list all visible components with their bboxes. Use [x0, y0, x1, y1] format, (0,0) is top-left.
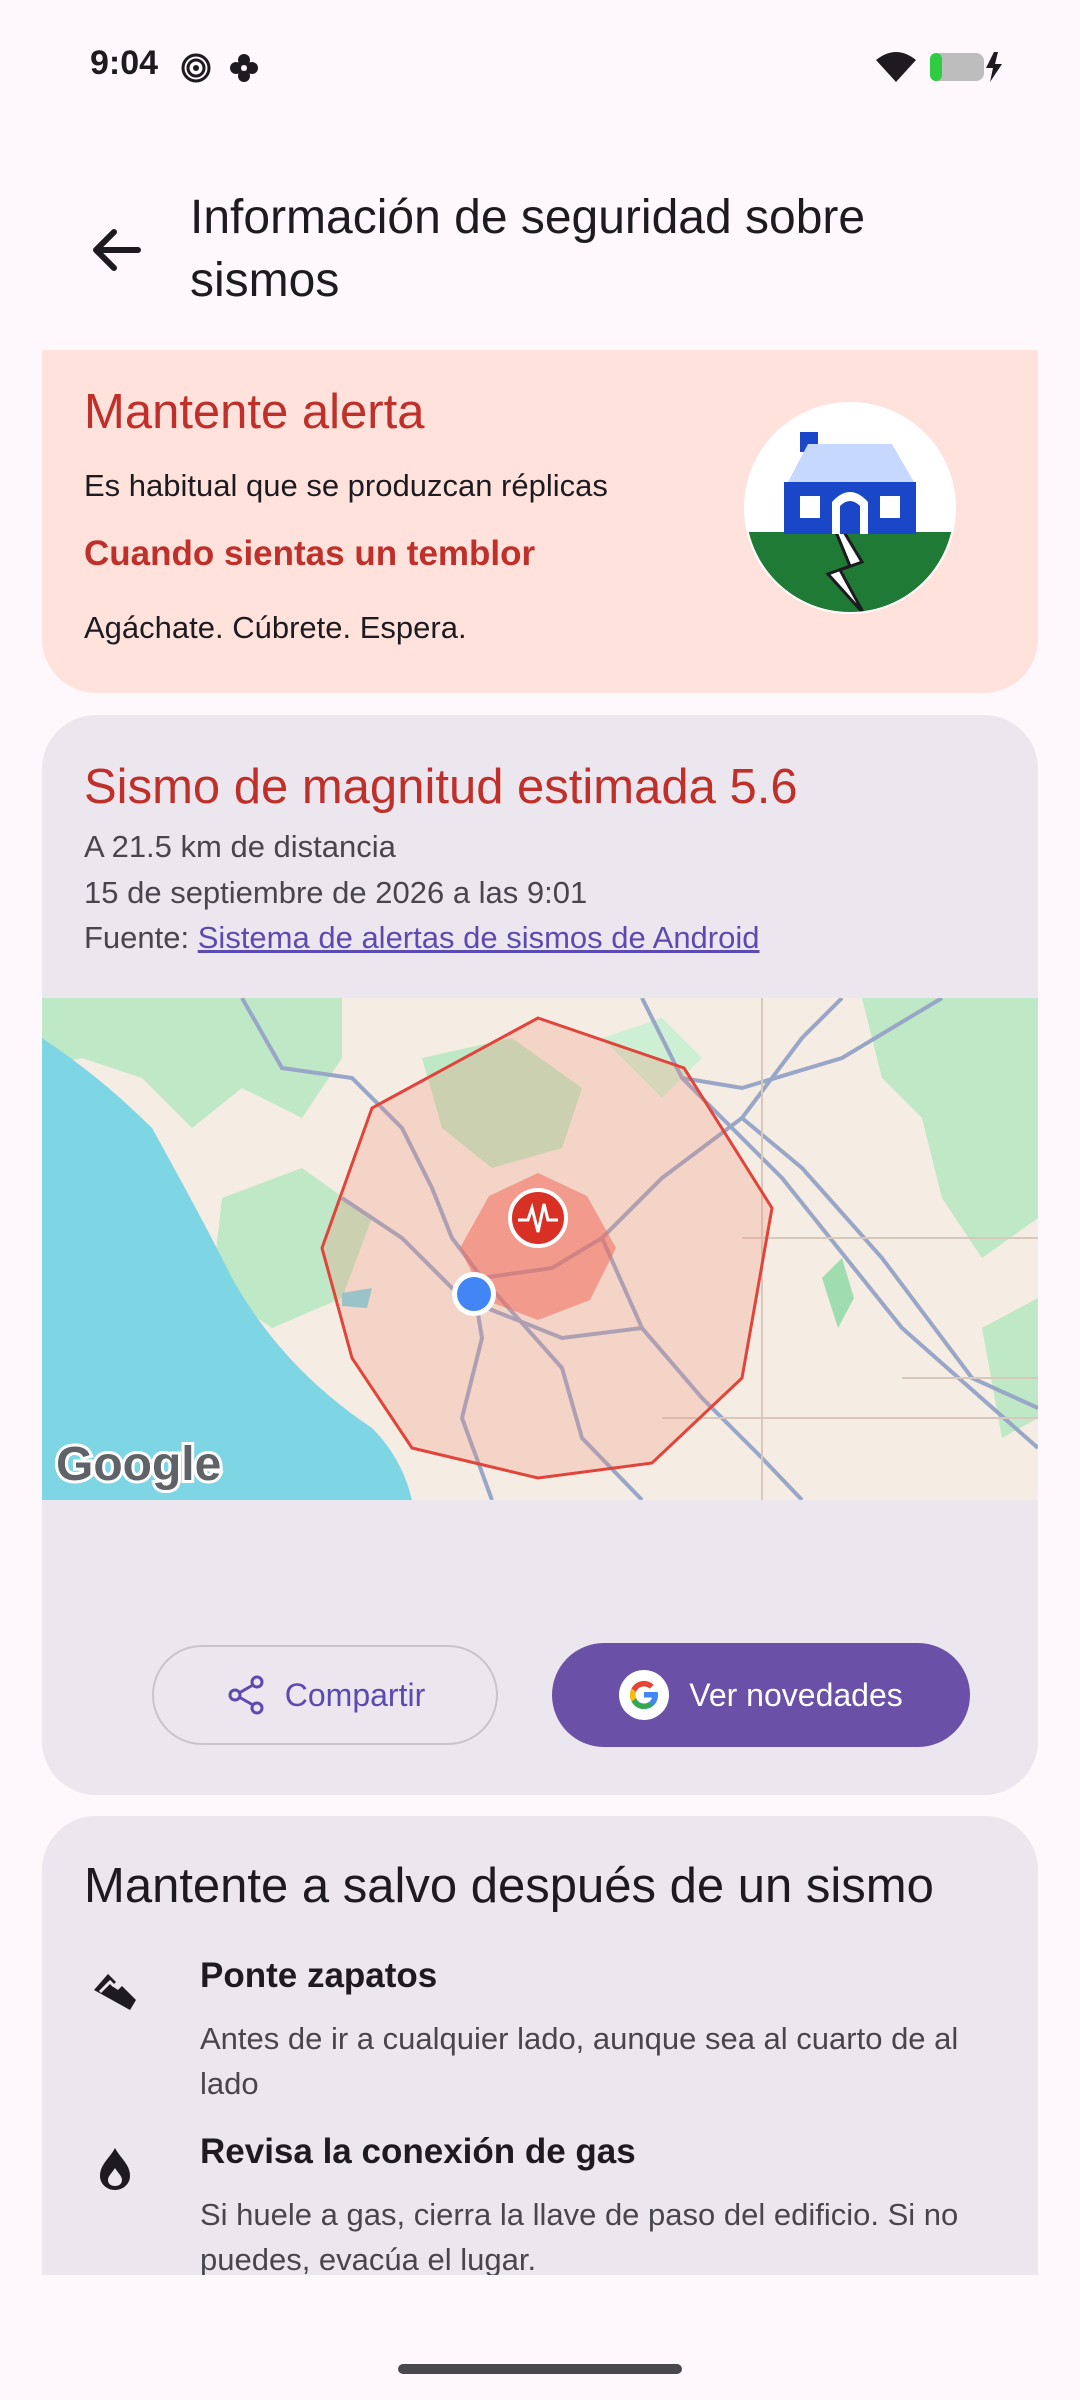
- google-g-icon: [619, 1670, 670, 1720]
- share-icon: [228, 1675, 264, 1715]
- map-google-logo: Google: [56, 1438, 221, 1491]
- safety-item-body: Antes de ir a cualquier lado, aunque sea…: [200, 2021, 959, 2101]
- quake-distance: A 21.5 km de distancia: [84, 829, 396, 864]
- alert-subtitle: Es habitual que se produzcan réplicas: [84, 468, 608, 503]
- gas-flame-icon: [100, 2148, 130, 2190]
- quake-map[interactable]: Google: [42, 998, 1038, 1500]
- pinwheel-icon: [230, 54, 258, 82]
- quake-source-link[interactable]: Sistema de alertas de sismos de Android: [198, 920, 760, 955]
- alert-title: Mantente alerta: [84, 385, 425, 439]
- quake-source-label: Fuente:: [84, 920, 198, 955]
- quake-source: Fuente: Sistema de alertas de sismos de …: [84, 920, 760, 956]
- page-title: Información de seguridad sobre sismos: [190, 191, 866, 307]
- status-time: 9:04: [90, 44, 159, 82]
- house-earthquake-icon: [744, 402, 956, 614]
- share-button[interactable]: Compartir: [152, 1645, 498, 1745]
- alert-card: Mantente alerta Es habitual que se produ…: [42, 350, 1038, 693]
- view-news-button[interactable]: Ver novedades: [552, 1643, 970, 1747]
- safety-card: Mantente a salvo después de un sismo Pon…: [42, 1816, 1038, 2275]
- share-button-label: Compartir: [284, 1676, 426, 1713]
- spiral-icon: [181, 53, 211, 83]
- status-bar: 9:04: [0, 0, 1080, 120]
- quake-datetime: 15 de septiembre de 2026 a las 9:01: [84, 875, 588, 910]
- quake-title: Sismo de magnitud estimada 5.6: [84, 760, 798, 814]
- wifi-icon: [876, 52, 916, 82]
- shoe-icon: [94, 1974, 136, 2010]
- seismic-wave-icon: [508, 1188, 568, 1248]
- view-news-button-label: Ver novedades: [689, 1676, 903, 1713]
- alert-heading: Cuando sientas un temblor: [84, 534, 536, 573]
- app-bar: Información de seguridad sobre sismos: [0, 170, 1080, 320]
- safety-item-body: Si huele a gas, cierra la llave de paso …: [200, 2197, 959, 2275]
- content-scroll[interactable]: Mantente alerta Es habitual que se produ…: [0, 350, 1080, 2275]
- gesture-nav-handle[interactable]: [398, 2364, 682, 2374]
- safety-title: Mantente a salvo después de un sismo: [84, 1859, 934, 1913]
- quake-card: Sismo de magnitud estimada 5.6 A 21.5 km…: [42, 715, 1038, 1795]
- safety-item-title: Ponte zapatos: [200, 1956, 438, 1995]
- safety-item-title: Revisa la conexión de gas: [200, 2132, 636, 2171]
- battery-charging-icon: [930, 52, 1002, 82]
- arrow-back-icon[interactable]: [80, 214, 152, 286]
- location-dot-icon: [452, 1272, 496, 1316]
- alert-body: Agáchate. Cúbrete. Espera.: [84, 610, 467, 645]
